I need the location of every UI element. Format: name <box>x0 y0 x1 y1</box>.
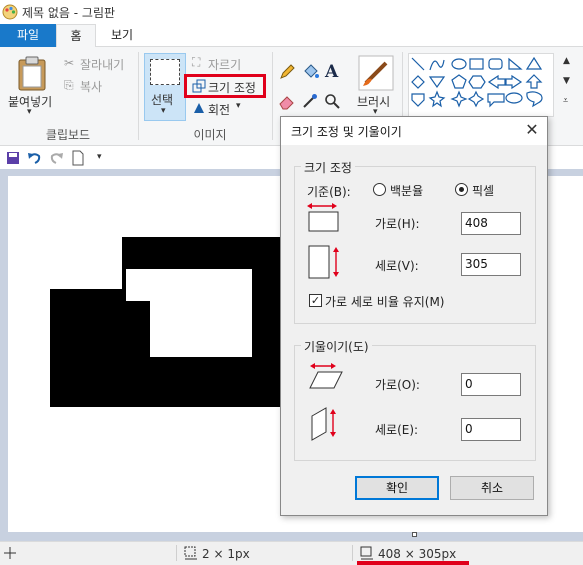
cancel-button[interactable]: 취소 <box>450 476 534 500</box>
copy-button[interactable]: 복사 <box>80 78 102 95</box>
rotate-icon <box>194 103 204 113</box>
select-dropdown-icon[interactable]: ▾ <box>161 106 166 116</box>
dialog-title: 크기 조정 및 기울이기 <box>291 125 402 139</box>
canvas-resize-handle[interactable] <box>412 532 417 537</box>
new-file-icon[interactable] <box>72 150 84 166</box>
paste-icon[interactable] <box>16 55 48 91</box>
skew-section-legend: 기울이기(도) <box>301 338 372 355</box>
paint-app-icon <box>2 4 18 20</box>
cursor-position-icon <box>4 547 16 559</box>
resize-vertical-label: 세로(V): <box>375 259 419 273</box>
rotate-dropdown-icon[interactable]: ▾ <box>236 101 241 111</box>
resize-vertical-input[interactable]: 305 <box>461 253 521 276</box>
color-picker-icon[interactable] <box>302 93 318 109</box>
clipboard-group-label: 클립보드 <box>45 128 91 142</box>
status-divider <box>352 545 353 561</box>
fill-bucket-icon[interactable] <box>302 63 320 81</box>
resize-horizontal-input[interactable]: 408 <box>461 212 521 235</box>
tab-home[interactable]: 홈 <box>56 24 96 48</box>
skew-vertical-label: 세로(E): <box>375 423 419 437</box>
horizontal-skew-icon <box>309 363 343 389</box>
customize-toolbar-icon[interactable]: ▾ <box>97 152 102 162</box>
save-icon[interactable] <box>6 151 20 165</box>
copy-icon: ⎘ <box>64 78 74 92</box>
shapes-scroll-up-icon[interactable]: ▲ <box>563 56 570 66</box>
ok-button[interactable]: 확인 <box>355 476 439 500</box>
pixel-radio[interactable] <box>455 183 468 196</box>
window-title: 제목 없음 - 그림판 <box>22 6 116 20</box>
horizontal-resize-icon <box>307 203 339 232</box>
group-divider <box>272 52 273 140</box>
shapes-icons[interactable] <box>410 56 550 114</box>
image-size-highlight <box>357 561 469 565</box>
black-notch <box>126 301 150 357</box>
resize-horizontal-label: 가로(H): <box>375 217 420 231</box>
keep-ratio-checkbox[interactable]: ✓ <box>309 294 322 307</box>
brush-icon[interactable] <box>358 55 394 91</box>
resize-highlight <box>184 74 266 98</box>
image-group-label: 이미지 <box>193 128 227 142</box>
skew-horizontal-label: 가로(O): <box>375 378 420 392</box>
crop-button[interactable]: 자르기 <box>208 56 241 73</box>
redo-icon[interactable] <box>50 151 64 165</box>
pencil-icon[interactable] <box>279 64 295 80</box>
undo-icon[interactable] <box>27 151 41 165</box>
tab-file[interactable]: 파일 <box>0 24 56 47</box>
image-size-icon <box>360 546 373 560</box>
keep-ratio-label[interactable]: 가로 세로 비율 유지(M) <box>325 293 444 310</box>
crop-icon: ⛶ <box>192 55 201 69</box>
text-tool-icon[interactable]: A <box>325 62 338 82</box>
rotate-button[interactable]: 회전 <box>208 101 230 118</box>
cut-button[interactable]: 잘라내기 <box>80 56 124 73</box>
pixel-radio-label[interactable]: 픽셀 <box>472 182 494 199</box>
dialog-close-icon[interactable]: ✕ <box>520 119 544 141</box>
skew-vertical-input[interactable]: 0 <box>461 418 521 441</box>
select-rectangle-icon <box>150 59 180 85</box>
selection-size-icon <box>184 546 197 560</box>
magnifier-icon[interactable] <box>324 93 340 109</box>
skew-horizontal-input[interactable]: 0 <box>461 373 521 396</box>
paste-dropdown-icon[interactable]: ▾ <box>27 107 32 117</box>
shapes-expand-icon[interactable]: ⩡ <box>563 96 568 106</box>
percent-radio-label[interactable]: 백분율 <box>390 182 423 199</box>
vertical-resize-icon <box>308 245 339 279</box>
cut-scissors-icon: ✂ <box>64 56 75 70</box>
status-divider <box>176 545 177 561</box>
group-divider <box>138 52 139 140</box>
percent-radio[interactable] <box>373 183 386 196</box>
status-bar <box>0 541 583 565</box>
image-size: 408 × 305px <box>378 547 457 561</box>
tab-view[interactable]: 보기 <box>100 24 144 48</box>
resize-section-legend: 크기 조정 <box>301 159 355 176</box>
eraser-icon[interactable] <box>279 94 295 110</box>
shapes-scroll-down-icon[interactable]: ▼ <box>563 76 570 86</box>
vertical-skew-icon <box>311 407 336 441</box>
basis-label: 기준(B): <box>307 185 351 199</box>
selection-size: 2 × 1px <box>202 547 250 561</box>
